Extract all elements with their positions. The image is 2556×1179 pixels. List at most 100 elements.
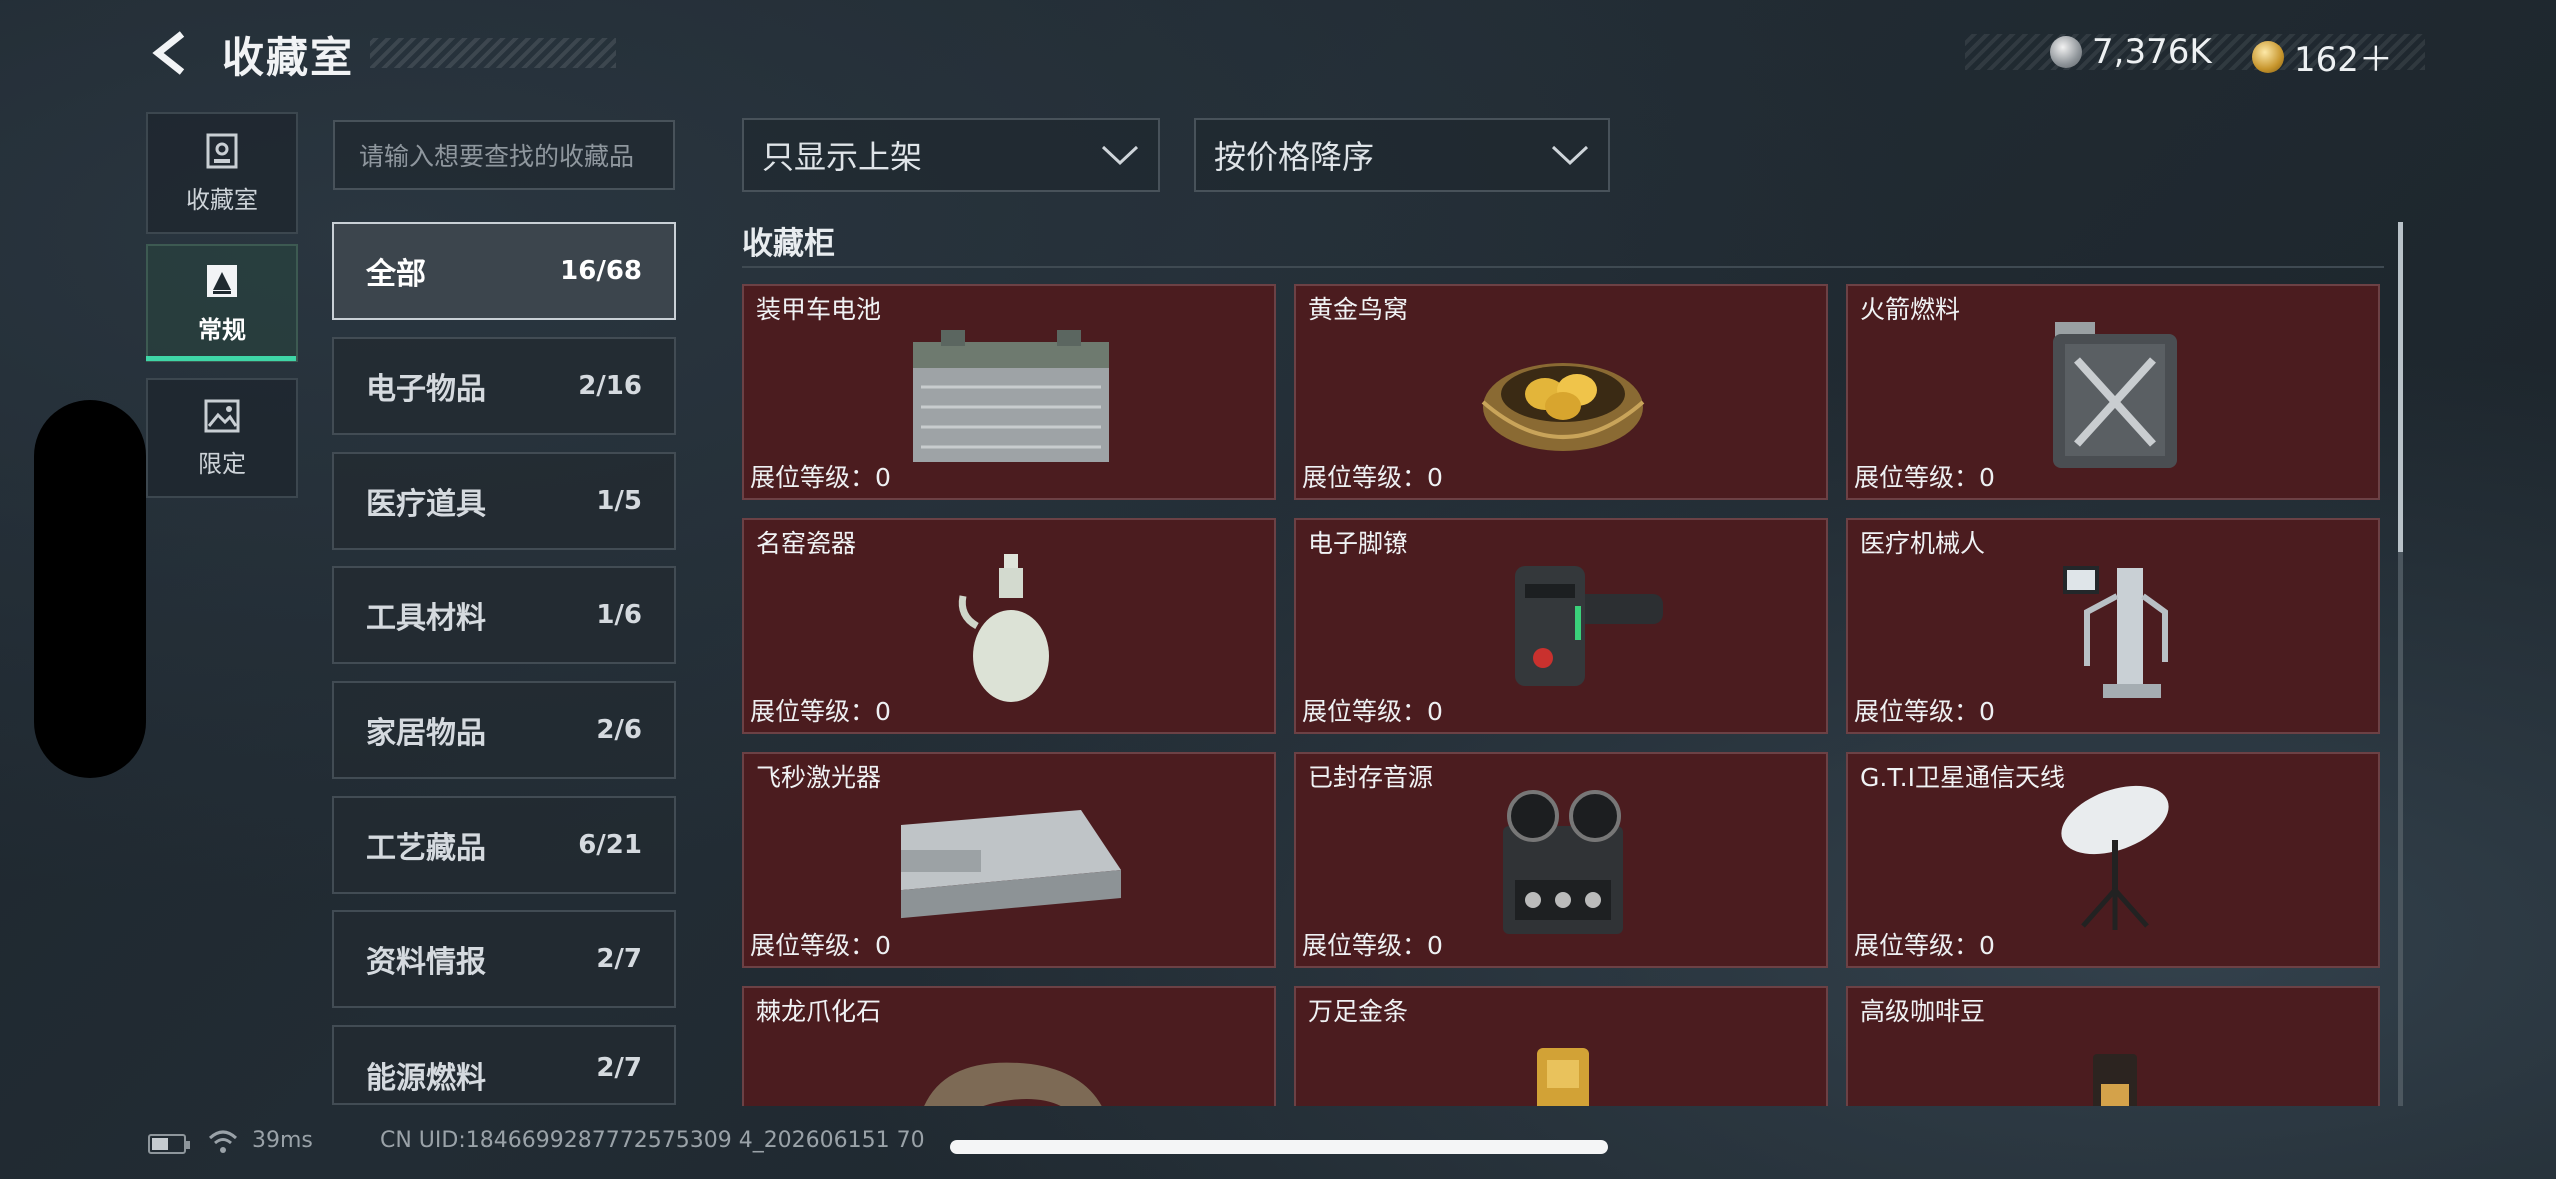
category-tools[interactable]: 工具材料 1/6 — [332, 566, 676, 664]
collection-card[interactable]: 电子脚镣 展位等级：0 — [1294, 518, 1828, 734]
side-drag-handle[interactable] — [34, 400, 146, 778]
golden-nest-icon — [1481, 363, 1645, 451]
booth-level: 展位等级：0 — [1302, 463, 1443, 492]
category-count: 6/21 — [578, 830, 642, 860]
chevron-down-icon — [1551, 145, 1589, 166]
booth-level: 展位等级：0 — [1302, 697, 1443, 726]
category-intel[interactable]: 资料情报 2/7 — [332, 910, 676, 1008]
category-electronics[interactable]: 电子物品 2/16 — [332, 337, 676, 435]
item-name: 高级咖啡豆 — [1860, 997, 1986, 1026]
ankle-monitor-icon — [1515, 566, 1663, 686]
cabinet-grid: 装甲车电池 展位等级：0 黄金鸟窝 展位等级：0 火箭燃料 展位等级：0 名窑瓷… — [742, 284, 2382, 1106]
silver-currency-value: 7,376K — [2092, 32, 2212, 72]
silver-currency[interactable]: 7,376K — [2050, 32, 2212, 72]
booth-level: 展位等级：0 — [750, 463, 891, 492]
category-count: 16/68 — [560, 256, 642, 286]
search-input[interactable]: 请输入想要查找的收藏品 — [333, 120, 675, 190]
regular-card-icon — [207, 264, 237, 297]
cabinet-scroll-thumb[interactable] — [2398, 222, 2403, 552]
category-name: 家居物品 — [366, 716, 486, 751]
category-name: 资料情报 — [366, 945, 486, 980]
nav-item-collection-room[interactable]: 收藏室 — [146, 112, 298, 234]
medical-robot-icon — [2063, 566, 2168, 698]
category-count: 1/6 — [596, 600, 642, 630]
car-battery-icon — [913, 330, 1109, 462]
booth-level: 展位等级：0 — [1854, 931, 1995, 960]
nav-item-regular[interactable]: 常规 — [146, 244, 298, 362]
chevron-down-icon — [1101, 145, 1139, 166]
category-count: 1/5 — [596, 486, 642, 516]
collection-room-icon — [206, 133, 238, 168]
sort-value: 按价格降序 — [1214, 138, 1375, 176]
nav-item-label: 限定 — [198, 449, 246, 478]
collection-card[interactable]: 棘龙爪化石 — [742, 986, 1276, 1106]
back-arrow-icon[interactable] — [146, 28, 196, 78]
item-name: 火箭燃料 — [1860, 295, 1961, 324]
nav-item-limited[interactable]: 限定 — [146, 378, 298, 498]
satellite-dish-icon — [2061, 785, 2169, 930]
category-all[interactable]: 全部 16/68 — [332, 222, 676, 320]
item-name: 飞秒激光器 — [756, 763, 882, 792]
shelf-filter-value: 只显示上架 — [762, 138, 923, 176]
gold-bar-icon — [1537, 1048, 1589, 1106]
booth-level: 展位等级：0 — [1854, 463, 1995, 492]
collection-card[interactable]: 名窑瓷器 展位等级：0 — [742, 518, 1276, 734]
shelf-filter-dropdown[interactable]: 只显示上架 — [742, 118, 1160, 192]
category-count: 2/7 — [596, 1053, 642, 1083]
collection-card[interactable]: G.T.I卫星通信天线 展位等级：0 — [1846, 752, 2380, 968]
wifi-icon — [208, 1130, 238, 1153]
category-name: 全部 — [366, 257, 426, 292]
reel-recorder-icon — [1503, 790, 1623, 934]
item-name: 已封存音源 — [1308, 763, 1434, 792]
sort-dropdown[interactable]: 按价格降序 — [1194, 118, 1610, 192]
category-medical[interactable]: 医疗道具 1/5 — [332, 452, 676, 550]
collection-card[interactable]: 高级咖啡豆 — [1846, 986, 2380, 1106]
category-name: 工艺藏品 — [366, 831, 486, 866]
collection-card[interactable]: 飞秒激光器 展位等级：0 — [742, 752, 1276, 968]
battery-icon — [148, 1134, 190, 1154]
collection-card[interactable]: 万足金条 — [1294, 986, 1828, 1106]
category-count: 2/7 — [596, 944, 642, 974]
category-energy[interactable]: 能源燃料 2/7 — [332, 1025, 676, 1105]
item-name: 万足金条 — [1308, 997, 1409, 1026]
gold-currency-value: 162＋ — [2294, 40, 2393, 80]
laser-device-icon — [901, 810, 1121, 919]
collection-card[interactable]: 黄金鸟窝 展位等级：0 — [1294, 284, 1828, 500]
item-name: 医疗机械人 — [1860, 529, 1986, 558]
user-uid: CN UID:1846699287772575309 4_202606151 7… — [380, 1128, 925, 1153]
limited-image-icon — [204, 399, 240, 432]
category-name: 医疗道具 — [366, 487, 486, 522]
item-name: 棘龙爪化石 — [756, 997, 882, 1026]
title-stripe-decoration — [370, 38, 616, 68]
nav-active-indicator — [146, 356, 296, 361]
coffee-bag-icon — [2093, 1054, 2137, 1106]
category-name: 电子物品 — [366, 372, 486, 407]
home-indicator[interactable] — [950, 1140, 1608, 1154]
gold-currency[interactable]: 162＋ — [2252, 32, 2393, 81]
gold-coin-icon — [2252, 40, 2284, 73]
booth-level: 展位等级：0 — [750, 697, 891, 726]
nav-item-label: 收藏室 — [186, 185, 258, 214]
page-title: 收藏室 — [222, 33, 355, 82]
booth-level: 展位等级：0 — [1854, 697, 1995, 726]
booth-level: 展位等级：0 — [1302, 931, 1443, 960]
category-household[interactable]: 家居物品 2/6 — [332, 681, 676, 779]
booth-level: 展位等级：0 — [750, 931, 891, 960]
fuel-canister-icon — [2053, 322, 2177, 468]
category-crafts[interactable]: 工艺藏品 6/21 — [332, 796, 676, 894]
item-name: 黄金鸟窝 — [1308, 295, 1409, 324]
porcelain-vase-icon — [958, 554, 1049, 702]
collection-card[interactable]: 医疗机械人 展位等级：0 — [1846, 518, 2380, 734]
nav-item-label: 常规 — [198, 315, 246, 344]
collection-card[interactable]: 已封存音源 展位等级：0 — [1294, 752, 1828, 968]
claw-fossil-icon — [924, 1062, 1102, 1106]
silver-coin-icon — [2050, 36, 2082, 68]
item-name: 名窑瓷器 — [756, 529, 857, 558]
item-name: 电子脚镣 — [1308, 529, 1409, 558]
cabinet-title: 收藏柜 — [742, 226, 835, 262]
collection-card[interactable]: 火箭燃料 展位等级：0 — [1846, 284, 2380, 500]
category-name: 工具材料 — [366, 601, 486, 636]
category-count: 2/6 — [596, 715, 642, 745]
collection-card[interactable]: 装甲车电池 展位等级：0 — [742, 284, 1276, 500]
category-count: 2/16 — [578, 371, 642, 401]
